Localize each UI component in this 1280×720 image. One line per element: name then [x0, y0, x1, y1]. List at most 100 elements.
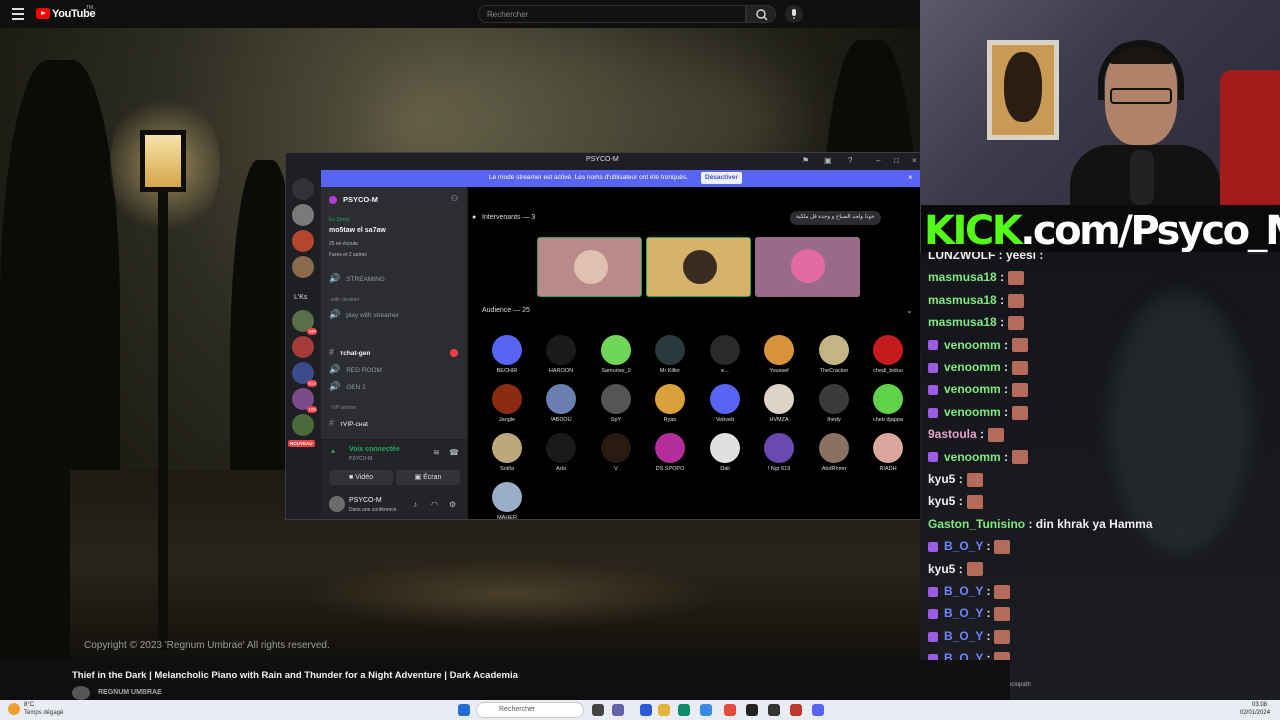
audience-member[interactable]: Sotifa: [482, 433, 532, 472]
audience-member[interactable]: Ihedy: [809, 384, 859, 423]
audience-member[interactable]: Ryan: [645, 384, 695, 423]
headphones-icon[interactable]: ◠: [431, 500, 438, 509]
clock-time[interactable]: 03:08: [1252, 702, 1267, 708]
audience-member[interactable]: Mr Killer: [645, 335, 695, 374]
audience-member[interactable]: AbdRhmn: [809, 433, 859, 472]
screen-share-button[interactable]: ▣ Écran: [396, 470, 460, 485]
search-button[interactable]: [746, 5, 776, 23]
audience-member[interactable]: Vebveb: [700, 384, 750, 423]
maximize-icon[interactable]: □: [894, 156, 899, 165]
weather-description[interactable]: Temps dégagé: [24, 710, 63, 716]
audience-member[interactable]: HAROON: [536, 335, 586, 374]
server-icon[interactable]: 109: [292, 388, 317, 413]
audience-member[interactable]: HVMZA: [754, 384, 804, 423]
store-icon[interactable]: [700, 704, 712, 716]
noise-suppression-icon[interactable]: ≋: [433, 448, 440, 457]
clock-date[interactable]: 02/01/2024: [1240, 710, 1270, 716]
audience-name: Youssef: [769, 368, 789, 374]
banner-close-icon[interactable]: ×: [908, 173, 913, 182]
server-icon[interactable]: [292, 204, 314, 226]
disconnect-icon[interactable]: ☎: [449, 448, 459, 457]
server-icon[interactable]: [292, 336, 314, 358]
audience-member[interactable]: Dali: [700, 433, 750, 472]
channel-avatar[interactable]: [72, 686, 90, 700]
close-icon[interactable]: ×: [912, 156, 917, 165]
server-icon[interactable]: [292, 414, 314, 436]
audience-member[interactable]: MAHER: [482, 482, 532, 519]
server-icon[interactable]: [292, 230, 314, 252]
file-explorer-icon[interactable]: [658, 704, 670, 716]
app-icon[interactable]: [768, 704, 780, 716]
weather-temperature[interactable]: 8°C: [24, 702, 34, 708]
audience-member[interactable]: chedi_bidou: [863, 335, 913, 374]
avatar[interactable]: [329, 496, 345, 512]
category-with-steamer[interactable]: with steamer: [331, 297, 359, 303]
channel-vip-chat[interactable]: # тVIP-cнat: [329, 418, 368, 428]
search-input[interactable]: Rechercher: [478, 5, 746, 23]
speaker-tile[interactable]: [537, 237, 642, 297]
audience-member[interactable]: V: [591, 433, 641, 472]
audience-member[interactable]: BECHIR: [482, 335, 532, 374]
chat-message: venoomm :: [928, 405, 1029, 427]
mic-icon[interactable]: ♪: [413, 500, 417, 509]
audience-member[interactable]: DS SPOPO: [645, 433, 695, 472]
channel-play-with-streamer[interactable]: 🔊 play with streamer: [329, 309, 399, 320]
live-label: En Direct: [329, 217, 350, 223]
monitor-icon[interactable]: ▣: [824, 156, 832, 165]
audience-member[interactable]: TheCracker: [809, 335, 859, 374]
server-icon[interactable]: 614: [292, 362, 317, 387]
speaker-tile[interactable]: [646, 237, 751, 297]
discord-icon[interactable]: [812, 704, 824, 716]
server-label[interactable]: L'Ks: [294, 294, 307, 301]
audience-member[interactable]: SpY: [591, 384, 641, 423]
settings-gear-icon[interactable]: ⚙: [449, 500, 456, 509]
menu-icon[interactable]: [12, 8, 24, 20]
avatar: [574, 250, 608, 284]
help-icon[interactable]: ?: [848, 156, 852, 165]
channel-streaming[interactable]: 🔊 STREAMING: [329, 273, 385, 284]
category-vip-section[interactable]: VIP section: [331, 405, 356, 411]
video-button[interactable]: ■ Vidéo: [329, 470, 393, 485]
guild-name[interactable]: PSYCO-M: [343, 195, 378, 204]
chrome-icon[interactable]: [724, 704, 736, 716]
audience-member[interactable]: Samurise_0: [591, 335, 641, 374]
taskbar-search[interactable]: Rechercher: [476, 702, 584, 718]
user-name[interactable]: PSYCO-M: [349, 497, 382, 504]
audience-member[interactable]: Arbi: [536, 433, 586, 472]
inbox-icon[interactable]: ⚑: [802, 156, 809, 165]
server-icon[interactable]: 349: [292, 310, 317, 335]
voice-status[interactable]: Voix connectée: [349, 446, 400, 453]
channel-gen-2[interactable]: 🔊 GEN 2: [329, 381, 366, 392]
audience-member[interactable]: Jangle: [482, 384, 532, 423]
weather-icon[interactable]: [8, 703, 20, 715]
audience-member[interactable]: ! Ngr 619: [754, 433, 804, 472]
stage-area: ● Intervenants — 3 خوذا ولحد الصباح و وح…: [468, 187, 920, 519]
chat-username: masmusa18: [928, 292, 997, 307]
start-icon[interactable]: [458, 704, 470, 716]
obs-icon[interactable]: [746, 704, 758, 716]
audience-member[interactable]: cheb djappa: [863, 384, 913, 423]
minimize-icon[interactable]: –: [876, 156, 880, 165]
task-view-icon[interactable]: [592, 704, 604, 716]
channel-red-room[interactable]: 🔊 RED ROOM: [329, 364, 382, 375]
avatar: [710, 335, 740, 365]
server-icon[interactable]: [292, 256, 314, 278]
voice-search-button[interactable]: [785, 5, 803, 23]
youtube-logo-icon[interactable]: [36, 8, 50, 19]
audience-member[interactable]: !ABDOU: [536, 384, 586, 423]
channel-chat-gen[interactable]: # тchat-gen: [329, 347, 370, 357]
audience-member[interactable]: Youssef: [754, 335, 804, 374]
audience-member[interactable]: RIADH: [863, 433, 913, 472]
discord-home-icon[interactable]: [292, 178, 314, 200]
app-icon[interactable]: [640, 704, 652, 716]
add-member-icon[interactable]: ⚇: [451, 194, 458, 203]
chevron-down-icon[interactable]: ⌄: [906, 306, 913, 315]
teams-icon[interactable]: [612, 704, 624, 716]
stage-title[interactable]: mo5taw el sa7aw: [329, 227, 386, 234]
disable-streamer-button[interactable]: Désactiver: [701, 172, 742, 184]
app-icon[interactable]: [790, 704, 802, 716]
speaker-tile[interactable]: [755, 237, 860, 297]
audience-member[interactable]: e...: [700, 335, 750, 374]
edge-icon[interactable]: [678, 704, 690, 716]
channel-name[interactable]: REGNUM UMBRAE: [98, 689, 162, 696]
